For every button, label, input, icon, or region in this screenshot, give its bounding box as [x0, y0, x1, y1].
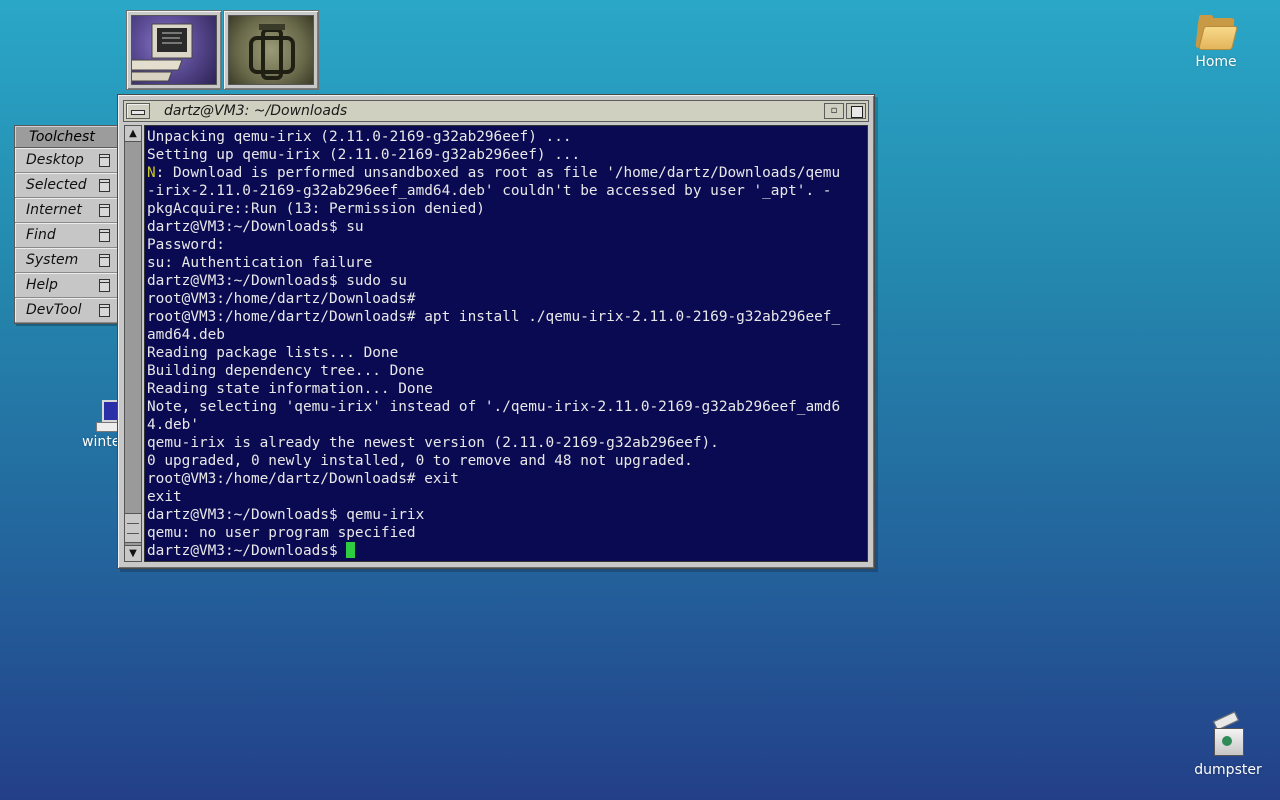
terminal-line: Note, selecting 'qemu-irix' instead of '…: [147, 399, 841, 415]
toolchest-item-selected[interactable]: Selected: [15, 173, 119, 198]
desktop-icon-label: winterm: [82, 434, 122, 450]
submenu-icon[interactable]: [99, 154, 110, 167]
toolchest-item-label: System: [26, 252, 79, 268]
toolchest-item-internet[interactable]: Internet: [15, 198, 119, 223]
window-titlebar[interactable]: dartz@VM3: ~/Downloads ▫: [123, 100, 869, 122]
terminal-line: qemu-irix is already the newest version …: [147, 435, 719, 451]
text-cursor: [346, 542, 356, 558]
submenu-icon[interactable]: [99, 304, 110, 317]
terminal-line: Unpacking qemu-irix (2.11.0-2169-g32ab29…: [147, 129, 572, 145]
toolchest-item-desktop[interactable]: Desktop: [15, 148, 119, 173]
terminal-line-text: : Download is performed unsandboxed as r…: [155, 165, 841, 181]
scroll-thumb[interactable]: [125, 513, 141, 543]
terminal-line: 0 upgraded, 0 newly installed, 0 to remo…: [147, 453, 693, 469]
window-menu-button[interactable]: [126, 103, 150, 119]
terminal-line: Building dependency tree... Done: [147, 363, 425, 379]
terminal-line: 4.deb': [147, 417, 199, 433]
sgi-launcher[interactable]: [223, 10, 319, 90]
desktop-icon-winterm[interactable]: winterm: [82, 398, 122, 450]
terminal-line: Setting up qemu-irix (2.11.0-2169-g32ab2…: [147, 147, 581, 163]
terminal-line: dartz@VM3:~/Downloads$ su: [147, 219, 364, 235]
notice-tag: N: [147, 165, 156, 181]
submenu-icon[interactable]: [99, 279, 110, 292]
console-launcher[interactable]: [117, 10, 222, 90]
submenu-icon[interactable]: [99, 204, 110, 217]
terminal-line: dartz@VM3:~/Downloads$ qemu-irix: [147, 507, 425, 523]
toolchest-item-help[interactable]: Help: [15, 273, 119, 298]
dumpster-icon: [1208, 711, 1248, 758]
toolchest-item-label: Internet: [26, 202, 82, 218]
toolchest-item-label: Help: [26, 277, 58, 293]
toolchest-title: Toolchest: [15, 126, 119, 148]
submenu-icon[interactable]: [99, 254, 110, 267]
terminal-line: pkgAcquire::Run (13: Permission denied): [147, 201, 485, 217]
terminal-line: N: Download is performed unsandboxed as …: [147, 164, 867, 182]
terminal-line: root@VM3:/home/dartz/Downloads# apt inst…: [147, 309, 841, 325]
terminal-line: root@VM3:/home/dartz/Downloads#: [147, 291, 416, 307]
terminal-line: su: Authentication failure: [147, 255, 373, 271]
terminal-line: amd64.deb: [147, 327, 225, 343]
window-title: dartz@VM3: ~/Downloads: [164, 103, 348, 119]
maximize-button[interactable]: [846, 103, 866, 119]
toolchest-item-devtool[interactable]: DevTool: [15, 298, 119, 323]
terminal-line: root@VM3:/home/dartz/Downloads# exit: [147, 471, 459, 487]
toolchest-menu[interactable]: Toolchest Desktop Selected Internet Find…: [14, 125, 120, 324]
scroll-up-arrow-icon[interactable]: ▲: [125, 126, 141, 142]
terminal-prompt: dartz@VM3:~/Downloads$: [147, 543, 347, 559]
toolchest-item-label: Selected: [26, 177, 87, 193]
desktop-icon-dumpster[interactable]: dumpster: [1188, 711, 1268, 778]
toolchest-item-find[interactable]: Find: [15, 223, 119, 248]
desktop-icon-label: dumpster: [1194, 762, 1262, 778]
desktop-icon-home[interactable]: Home: [1186, 14, 1246, 70]
desktop-icon-label: Home: [1195, 54, 1237, 70]
terminal-output[interactable]: Unpacking qemu-irix (2.11.0-2169-g32ab29…: [144, 125, 868, 562]
minimize-button[interactable]: ▫: [824, 103, 844, 119]
terminal-line: qemu: no user program specified: [147, 525, 416, 541]
terminal-window[interactable]: dartz@VM3: ~/Downloads ▫ ▲ ▼ Unpacking q…: [117, 94, 875, 569]
terminal-line: dartz@VM3:~/Downloads$ sudo su: [147, 273, 407, 289]
terminal-line: Password:: [147, 237, 225, 253]
terminal-line: -irix-2.11.0-2169-g32ab296eef_amd64.deb'…: [147, 183, 832, 199]
sgi-logo-icon: [228, 15, 314, 85]
toolchest-item-label: Find: [26, 227, 56, 243]
terminal-line: Reading package lists... Done: [147, 345, 399, 361]
terminal-prompt-line[interactable]: dartz@VM3:~/Downloads$: [147, 542, 867, 560]
terminal-line: Reading state information... Done: [147, 381, 433, 397]
scroll-down-arrow-icon[interactable]: ▼: [125, 545, 141, 561]
folder-icon: [1195, 14, 1238, 50]
toolchest-item-label: Desktop: [26, 152, 84, 168]
toolchest-item-label: DevTool: [26, 302, 82, 318]
vertical-scrollbar[interactable]: ▲ ▼: [124, 125, 142, 562]
submenu-icon[interactable]: [99, 229, 110, 242]
terminal-line: exit: [147, 489, 182, 505]
console-computer-icon: [117, 15, 217, 85]
toolchest-item-system[interactable]: System: [15, 248, 119, 273]
submenu-icon[interactable]: [99, 179, 110, 192]
